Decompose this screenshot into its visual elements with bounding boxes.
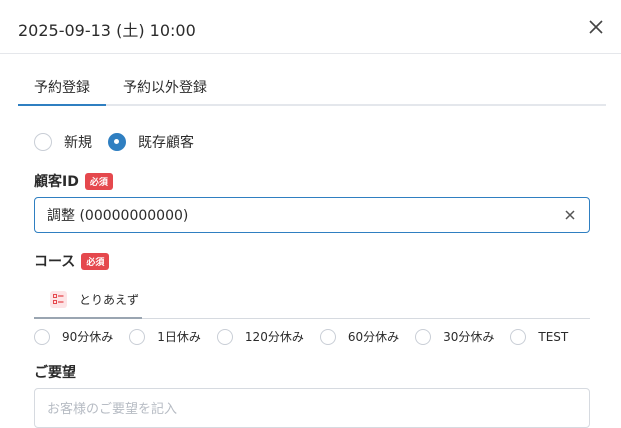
course-option-label: 60分休み [347,330,400,344]
request-textarea[interactable]: お客様のご要望を記入 [34,388,590,428]
course-option-label: 1日休み [157,330,201,344]
course-option-label: TEST [538,329,569,344]
dialog-header: 2025-09-13 (土) 10:00 [0,0,621,54]
customer-id-label-row: 顧客ID 必須 [34,171,113,191]
course-required-badge: 必須 [81,252,110,270]
request-label-row: ご要望 [34,362,76,382]
close-button[interactable] [585,16,607,38]
course-options-group: 90分休み 1日休み 120分休み 60分休み 30分休み TEST [34,328,584,345]
course-option[interactable]: 30分休み [415,328,494,345]
course-option-circle[interactable] [34,328,50,345]
course-option[interactable]: TEST [510,328,569,345]
tab-reservation[interactable]: 予約登録 [18,77,106,106]
customer-id-label: 顧客ID [34,174,79,190]
course-option-label: 120分休み [244,330,304,344]
course-label: コース [34,254,76,270]
course-option[interactable]: 120分休み [216,328,304,345]
clear-icon[interactable] [563,208,577,222]
request-placeholder: お客様のご要望を記入 [47,402,178,417]
radio-new-customer[interactable]: 新規 [34,132,92,152]
tab-non-reservation[interactable]: 予約以外登録 [123,77,207,106]
course-tab-toriaezu[interactable]: とりあえず [34,282,142,319]
course-option[interactable]: 1日休み [129,328,201,345]
list-icon [50,291,67,308]
radio-existing-customer-circle[interactable] [108,133,126,151]
course-option-label: 30分休み [443,330,495,344]
course-category-tabs: とりあえず [34,282,590,319]
customer-id-value: 調整 (00000000000) [47,208,189,224]
dialog-title: 2025-09-13 (土) 10:00 [18,21,196,40]
customer-id-required-badge: 必須 [84,172,113,190]
course-option-circle[interactable] [129,328,146,345]
course-tab-label: とりあえず [79,293,140,307]
course-option-circle[interactable] [510,328,527,345]
customer-id-input[interactable]: 調整 (00000000000) [34,197,590,233]
tab-bar: 予約登録 予約以外登録 [18,72,606,106]
request-label: ご要望 [34,365,76,381]
course-option[interactable]: 90分休み [34,328,113,345]
course-option-label: 90分休み [62,330,114,344]
radio-existing-customer[interactable]: 既存顧客 [108,132,194,152]
course-option-circle[interactable] [415,328,432,345]
course-option-circle[interactable] [319,328,336,345]
course-label-row: コース 必須 [34,251,110,271]
radio-new-customer-circle[interactable] [34,133,52,151]
close-icon [589,20,603,34]
course-option-circle[interactable] [216,328,233,345]
radio-existing-customer-label: 既存顧客 [138,135,194,151]
radio-new-customer-label: 新規 [64,135,92,151]
customer-type-group: 新規 既存顧客 [34,132,210,152]
course-option[interactable]: 60分休み [319,328,400,345]
